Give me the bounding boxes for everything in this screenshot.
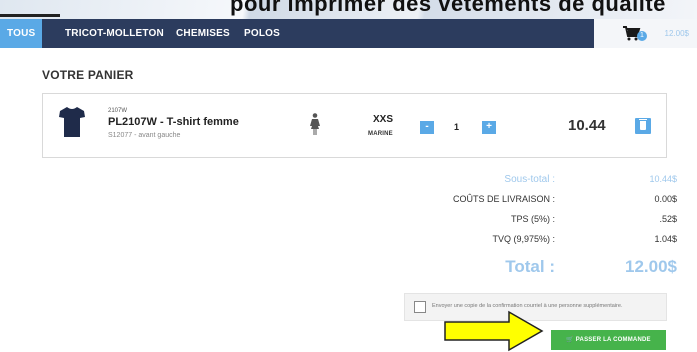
item-print-location: S12077 - avant gauche [108,132,181,139]
shipping-label: COÛTS DE LIVRAISON : [452,194,555,204]
tab-polos[interactable]: POLOS [244,19,280,48]
tvq-value: 1.04$ [654,234,677,244]
delete-item-button[interactable] [635,118,651,134]
banner-caption: pour imprimer des vêtements de qualité [230,0,666,16]
tshirt-thumbnail-icon [59,107,85,137]
cart-count-badge: 1 [637,31,647,41]
tvq-label: TVQ (9,975%) : [492,234,555,244]
total-value: 12.00$ [625,257,677,276]
item-size: XXS [373,114,394,125]
item-code: 2107W [108,108,128,114]
banner-underline [0,14,60,17]
item-price: 10.44 [568,117,606,134]
copy-email-checkbox[interactable] [414,301,426,313]
total-label: Total : [505,257,555,276]
female-figure-icon [310,113,320,135]
quantity-decrease-button[interactable]: - [420,121,434,134]
shipping-value: 0.00$ [654,194,677,204]
category-nav: TOUS TRICOT-MOLLETON CHEMISES POLOS 1 12… [0,19,697,48]
tps-label: TPS (5%) : [510,214,555,224]
cart-item: 2107W PL2107W - T-shirt femme S12077 - a… [42,93,667,158]
subtotal-value: 10.44$ [649,174,677,184]
copy-email-label: Envoyer une copie de la confirmation cou… [432,303,623,309]
place-order-button[interactable]: 🛒 PASSER LA COMMANDE [551,330,666,350]
quantity-value: 1 [454,122,460,132]
page-title: VOTRE PANIER [42,68,134,82]
tab-tous[interactable]: TOUS [0,19,43,48]
yellow-arrow-annotation [444,310,544,352]
trash-icon [639,119,647,130]
cart-total: 12.00$ [664,29,689,38]
cart-icon: 🛒 [566,337,576,343]
tab-tricot-molleton[interactable]: TRICOT-MOLLETON [65,19,164,48]
item-name[interactable]: PL2107W - T-shirt femme [108,116,239,128]
subtotal-label: Sous-total : [504,174,555,185]
item-color: MARINE [368,131,393,137]
tps-value: .52$ [659,214,677,224]
top-banner: pour imprimer des vêtements de qualité [0,0,697,19]
place-order-label: PASSER LA COMMANDE [575,337,651,343]
quantity-increase-button[interactable]: + [482,121,496,134]
tab-chemises[interactable]: CHEMISES [176,19,230,48]
cart-summary[interactable]: 1 12.00$ [594,19,697,48]
